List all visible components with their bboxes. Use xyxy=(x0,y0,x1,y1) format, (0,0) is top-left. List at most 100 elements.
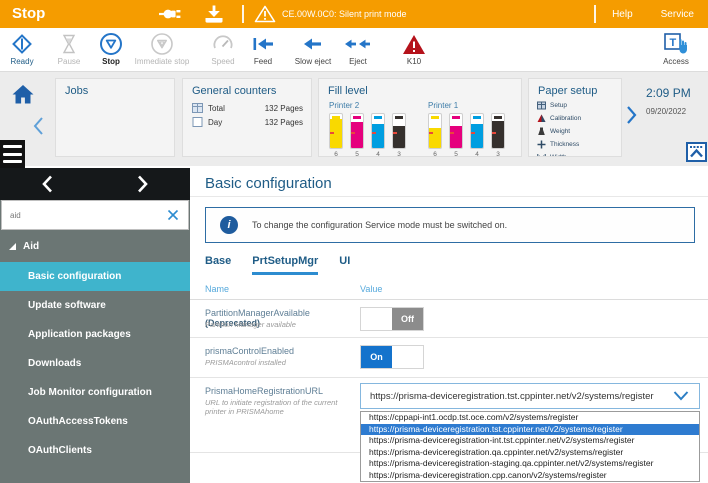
jobs-panel[interactable]: Jobs xyxy=(55,78,175,157)
search-input[interactable] xyxy=(2,211,158,220)
paper-setup-row: Calibration N xyxy=(529,112,622,125)
printer-toolbar: Ready Pause Stop Immediate stop Speed Fe… xyxy=(0,28,708,72)
eject-button[interactable]: Eject xyxy=(338,32,378,66)
ink-cartridge-cyan: 4 xyxy=(371,113,385,157)
setup-grid-icon xyxy=(537,101,546,110)
nav-back-button[interactable] xyxy=(0,168,95,200)
ready-button[interactable]: Ready xyxy=(2,32,42,66)
sidebar-item-oauthaccesstokens[interactable]: OAuthAccessTokens xyxy=(0,407,190,436)
counter-value: 132 Pages xyxy=(265,118,303,127)
ink-cartridge-yellow: 6 xyxy=(428,113,442,157)
eject-double-arrow-icon xyxy=(338,32,378,56)
immediate-stop-button[interactable]: Immediate stop xyxy=(132,32,192,66)
paper-setup-panel[interactable]: Paper setup Setup d Calibration N Weight… xyxy=(528,78,622,157)
toggle-on-switch[interactable]: On xyxy=(360,345,424,369)
dropdown-option-selected[interactable]: https://prisma-deviceregistration.tst.cp… xyxy=(361,424,699,436)
registration-url-select[interactable]: https://prisma-deviceregistration.tst.cp… xyxy=(360,383,700,409)
alert-message[interactable]: CE.00W.0C0: Silent print mode xyxy=(282,9,407,19)
access-button[interactable]: T Access xyxy=(652,32,700,66)
counters-panel-title: General counters xyxy=(183,79,311,101)
dropdown-option[interactable]: https://prisma-deviceregistration.cpp.ca… xyxy=(361,470,699,482)
fill-level-panel[interactable]: Fill level Printer 2 6 5 4 xyxy=(318,78,522,157)
ink-cartridge-magenta: 5 xyxy=(350,113,364,157)
setting-description: PRISMAcontrol installed xyxy=(205,358,355,367)
chevron-up-icon xyxy=(689,145,704,159)
general-counters-panel[interactable]: General counters Total 132 Pages Day 132… xyxy=(182,78,312,157)
sidebar-item-basic-configuration[interactable]: Basic configuration xyxy=(0,262,190,291)
printer-state-label: Stop xyxy=(12,5,45,22)
divider xyxy=(594,5,596,23)
speed-button[interactable]: Speed xyxy=(200,32,246,66)
dropdown-option[interactable]: https://prisma-deviceregistration-stagin… xyxy=(361,458,699,470)
ink-cartridge-black: 3 xyxy=(491,113,505,157)
settings-sidebar: Aid Basic configuration Update software … xyxy=(0,168,190,483)
nav-forward-button[interactable] xyxy=(95,168,190,200)
printer-name: Printer 2 xyxy=(329,101,406,110)
hourglass-icon xyxy=(48,32,90,56)
access-touch-icon: T xyxy=(652,32,700,56)
feed-button[interactable]: Feed xyxy=(244,32,282,66)
toggle-off-switch[interactable]: Off xyxy=(360,307,424,331)
status-icons-group: CE.00W.0C0: Silent print mode xyxy=(158,0,407,28)
sidebar-item-downloads[interactable]: Downloads xyxy=(0,349,190,378)
config-tabs: Base PrtSetupMgr UI xyxy=(205,255,350,275)
clock-widget: 2:09 PM 09/20/2022 xyxy=(646,86,691,116)
help-button[interactable]: Help xyxy=(612,9,633,20)
connector-plug-icon[interactable] xyxy=(158,5,184,23)
home-button[interactable] xyxy=(10,82,36,113)
sidebar-item-oauthclients[interactable]: OAuthClients xyxy=(0,436,190,465)
counter-value: 132 Pages xyxy=(265,104,303,113)
sidebar-item-job-monitor-configuration[interactable]: Job Monitor configuration xyxy=(0,378,190,407)
section-expand-triangle-icon xyxy=(8,242,17,251)
collapse-dashboard-button[interactable] xyxy=(686,142,707,162)
stop-circle-icon xyxy=(92,32,130,56)
table-row-partitionmanageravailable: PartitionManagerAvailable (Deprecated) P… xyxy=(190,300,708,338)
stop-button[interactable]: Stop xyxy=(92,32,130,66)
name-column-header: Name xyxy=(205,284,229,294)
section-label: Aid xyxy=(23,241,39,252)
k10-alert-button[interactable]: K10 xyxy=(394,32,434,66)
tab-ui[interactable]: UI xyxy=(339,255,350,275)
paper-setup-row: Weight 9 xyxy=(529,125,622,138)
dropdown-option[interactable]: https://cppapi-int1.ocdp.tst.oce.com/v2/… xyxy=(361,412,699,424)
ink-cartridge-yellow: 6 xyxy=(329,113,343,157)
pause-button[interactable]: Pause xyxy=(48,32,90,66)
counter-row-day: Day 132 Pages xyxy=(183,115,311,129)
warning-triangle-icon xyxy=(254,5,276,23)
tab-base[interactable]: Base xyxy=(205,255,231,275)
scroll-right-chevron[interactable] xyxy=(625,105,638,125)
download-tray-icon[interactable] xyxy=(202,5,226,23)
hamburger-menu-button[interactable] xyxy=(0,140,25,168)
setting-name: PrismaHomeRegistrationURL xyxy=(205,386,355,396)
table-header: Name Value xyxy=(190,278,708,300)
paper-setup-row: Width 4 xyxy=(529,151,622,157)
scroll-left-chevron[interactable] xyxy=(32,116,45,136)
clear-search-icon[interactable] xyxy=(158,208,188,222)
paper-setup-row: Setup d xyxy=(529,99,622,112)
clock-time: 2:09 PM xyxy=(646,86,691,100)
dropdown-option[interactable]: https://prisma-deviceregistration-int.ts… xyxy=(361,435,699,447)
info-message: To change the configuration Service mode… xyxy=(252,220,507,230)
paper-setup-label: Width xyxy=(550,154,567,157)
ink-cartridge-cyan: 4 xyxy=(470,113,484,157)
setting-description: Partition Manager available xyxy=(205,320,355,329)
width-icon xyxy=(537,153,546,157)
feed-arrow-icon xyxy=(244,32,282,56)
sidebar-item-update-software[interactable]: Update software xyxy=(0,291,190,320)
slow-eject-button[interactable]: Slow eject xyxy=(288,32,338,66)
dropdown-option[interactable]: https://prisma-deviceregistration.qa.cpp… xyxy=(361,447,699,459)
sidebar-section-aid[interactable]: Aid xyxy=(0,230,190,262)
printer-2-group: Printer 2 6 5 4 xyxy=(329,101,406,157)
counter-label: Total xyxy=(208,104,225,113)
counter-row-total: Total 132 Pages xyxy=(183,101,311,115)
top-status-bar: Stop CE.00W.0C0: Silent print mode Help … xyxy=(0,0,708,28)
sidebar-item-application-packages[interactable]: Application packages xyxy=(0,320,190,349)
calibration-icon xyxy=(537,114,546,123)
tab-prtsetupmgr[interactable]: PrtSetupMgr xyxy=(252,255,318,275)
setting-description: URL to initiate registration of the curr… xyxy=(205,398,355,416)
paper-setup-label: Setup xyxy=(550,102,567,109)
toggle-empty-side xyxy=(392,346,423,368)
url-dropdown-list: https://cppapi-int1.ocdp.tst.oce.com/v2/… xyxy=(360,411,700,482)
total-counter-icon xyxy=(192,103,203,113)
service-button[interactable]: Service xyxy=(661,9,694,20)
